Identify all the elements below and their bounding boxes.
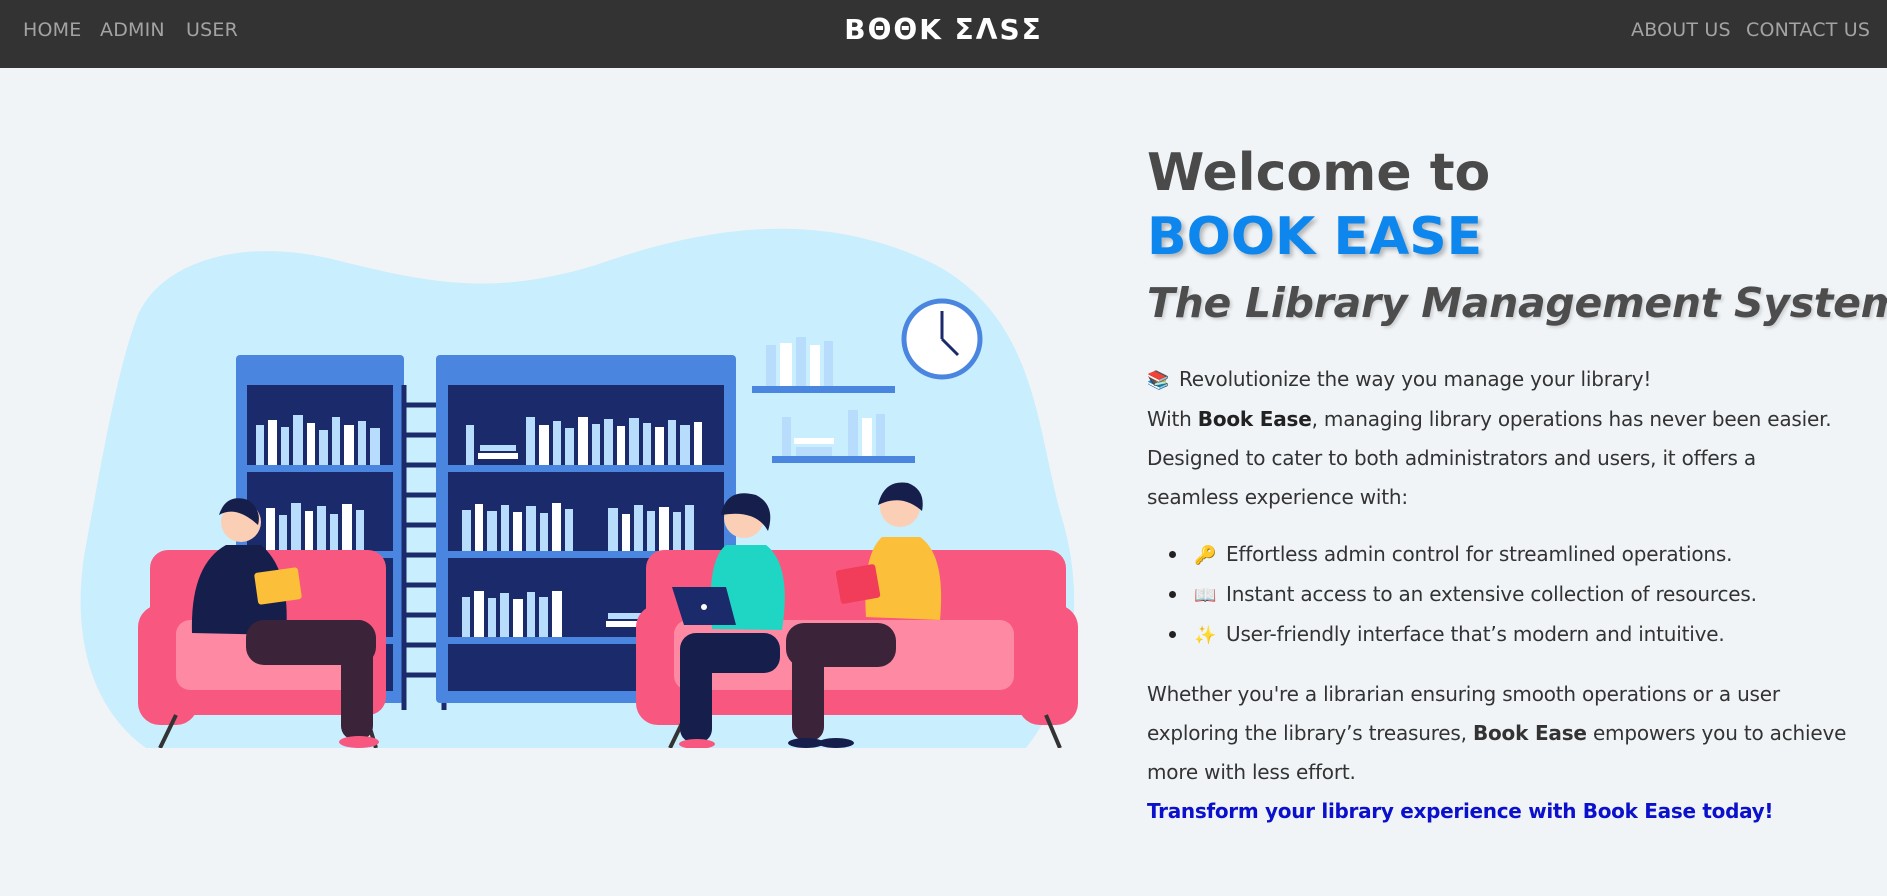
hero-content: Welcome to BOOK EASE The Library Managem…	[1147, 140, 1887, 831]
brand-logo-text[interactable]: BΘΘK ΣΛSΣ	[0, 13, 1887, 46]
closing-line-2-prefix: exploring the library’s treasures,	[1147, 721, 1473, 745]
intro-line-4: seamless experience with:	[1147, 485, 1408, 509]
intro-line-1: Revolutionize the way you manage your li…	[1179, 367, 1652, 391]
intro-line-2-prefix: With	[1147, 407, 1198, 431]
key-icon: 🔑	[1194, 545, 1217, 566]
sparkles-icon: ✨	[1194, 625, 1217, 646]
bullet-icon	[1169, 631, 1176, 638]
welcome-heading: Welcome to	[1147, 143, 1491, 203]
tagline-heading: The Library Management System	[1147, 279, 1887, 327]
nav-link-contact-us[interactable]: CONTACT US	[1746, 19, 1870, 41]
intro-line-2-suffix: , managing library operations has never …	[1311, 407, 1832, 431]
library-illustration	[80, 228, 1078, 748]
feature-text: User-friendly interface that’s modern an…	[1226, 622, 1725, 646]
feature-item: 📖 Instant access to an extensive collecti…	[1147, 575, 1867, 615]
call-to-action-text: Transform your library experience with B…	[1147, 799, 1774, 823]
clock-icon	[901, 298, 983, 380]
intro-line-2-brand: Book Ease	[1197, 407, 1312, 431]
closing-line-2-suffix: empowers you to achieve	[1586, 721, 1847, 745]
top-navbar: HOME ADMIN USER BΘΘK ΣΛSΣ ABOUT US CONTA…	[0, 0, 1887, 68]
bullet-icon	[1169, 591, 1176, 598]
closing-line-2-brand: Book Ease	[1472, 721, 1587, 745]
closing-line-1: Whether you're a librarian ensuring smoo…	[1147, 682, 1780, 706]
open-book-icon: 📖	[1194, 585, 1217, 606]
books-icon: 📚	[1147, 370, 1170, 391]
feature-text: Effortless admin control for streamlined…	[1226, 542, 1733, 566]
feature-item: 🔑 Effortless admin control for streamline…	[1147, 535, 1867, 575]
closing-paragraph: Whether you're a librarian ensuring smoo…	[1147, 675, 1867, 792]
feature-text: Instant access to an extensive collectio…	[1226, 582, 1757, 606]
closing-line-3: more with less effort.	[1147, 760, 1356, 784]
app-name-heading: BOOK EASE	[1147, 207, 1483, 267]
intro-paragraph: 📚 Revolutionize the way you manage your l…	[1147, 360, 1867, 517]
features-list: 🔑 Effortless admin control for streamline…	[1147, 535, 1867, 655]
intro-line-3: Designed to cater to both administrators…	[1147, 446, 1756, 470]
nav-link-about-us[interactable]: ABOUT US	[1631, 19, 1731, 41]
bullet-icon	[1169, 551, 1176, 558]
feature-item: ✨ User-friendly interface that’s modern a…	[1147, 615, 1867, 655]
